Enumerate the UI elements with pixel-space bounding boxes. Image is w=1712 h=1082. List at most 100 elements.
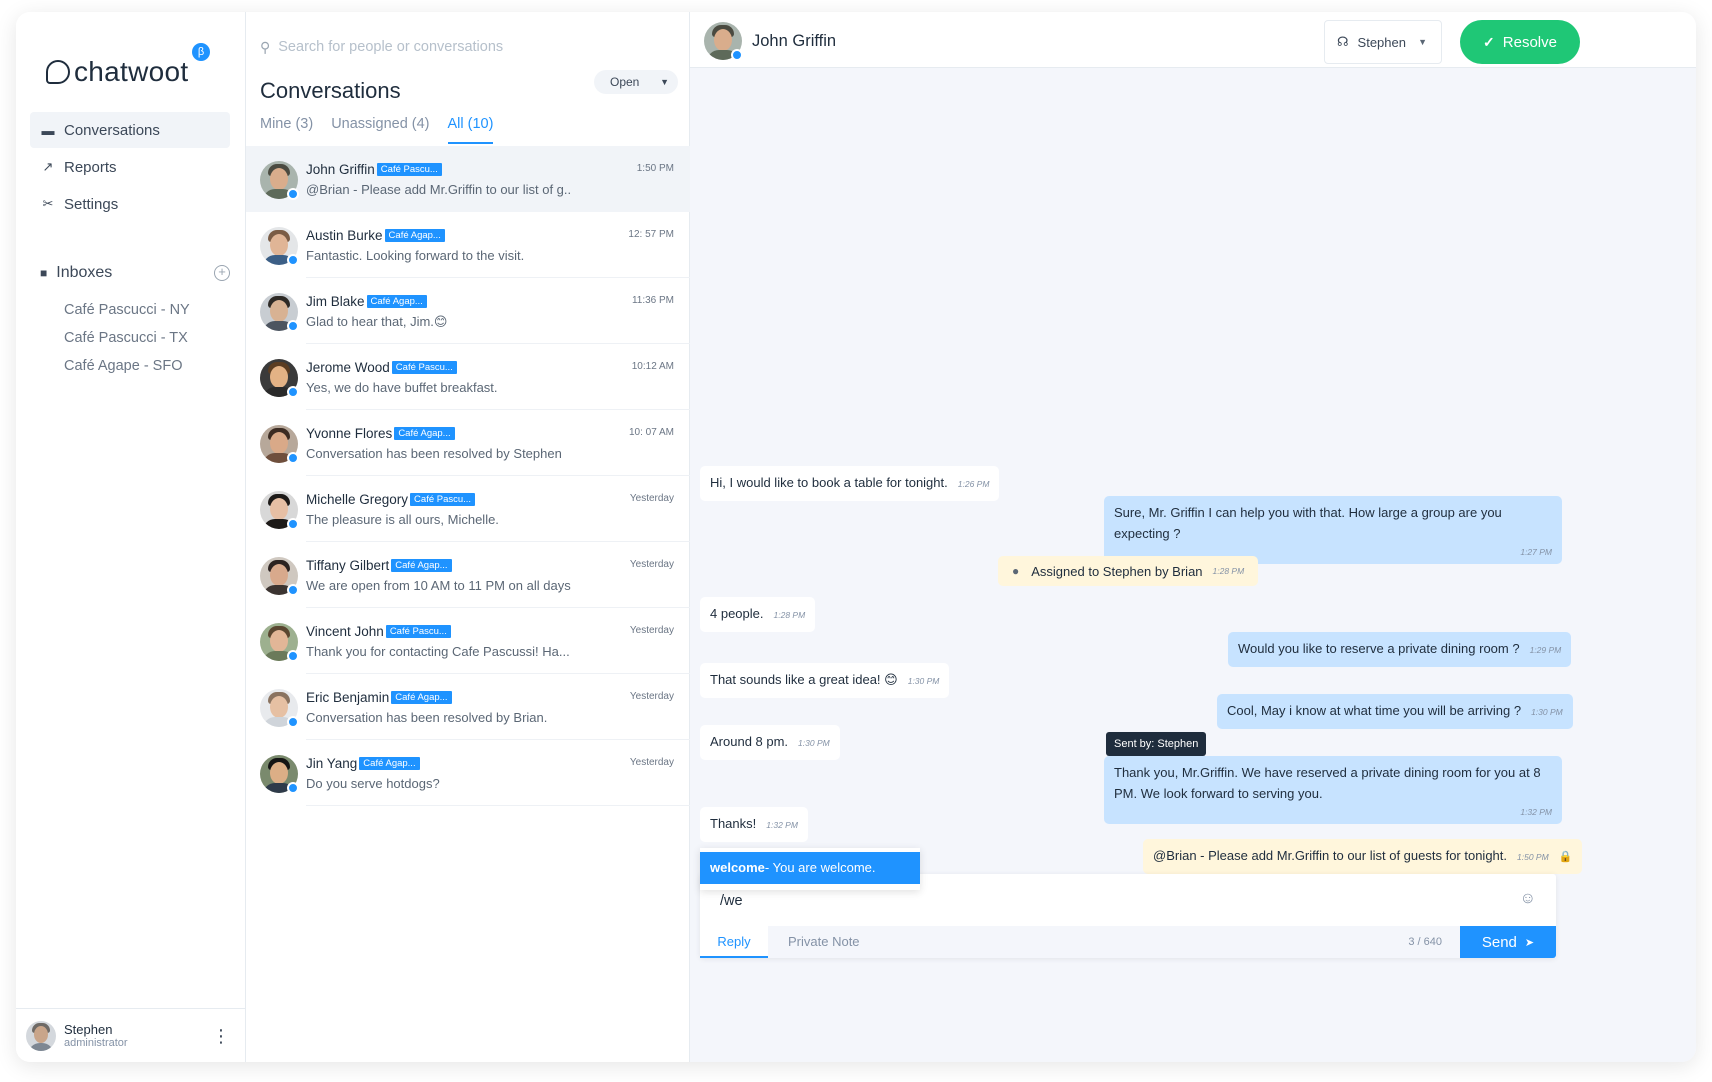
conversation-item[interactable]: Vincent John Café Pascu... Thank you for … [246,608,690,674]
chat-panel: John Griffin ☊ Stephen ▼ ✓ Resolve Hi, I… [690,12,1696,1062]
conversation-items: John Griffin Café Pascu... @Brian - Pleas… [246,146,690,806]
canned-response-dropdown: welcome- You are welcome. [700,848,920,890]
search-input[interactable] [278,39,659,55]
message-time: 1:29 PM [1529,645,1562,655]
assigned-agent: Stephen [1357,34,1406,50]
incoming-message: Thanks! 1:32 PM [700,807,808,842]
inbox-badge: Café Pascu... [376,163,442,176]
last-message: Conversation has been resolved by Stephe… [306,446,562,461]
profile[interactable]: Stephen administrator ⋮ [16,1008,246,1062]
contact-name: Austin Burke [306,228,383,243]
conversation-item[interactable]: John Griffin Café Pascu... @Brian - Pleas… [246,146,690,212]
tab-unassigned[interactable]: Unassigned (4) [331,116,429,144]
lock-icon: 🔒 [1558,851,1573,863]
contact-name: John Griffin [752,32,837,50]
conversation-item[interactable]: Tiffany Gilbert Café Agap... We are open … [246,542,690,608]
search-icon: ⚲ [260,38,271,55]
avatar [260,425,299,464]
conversation-tabs: Mine (3) Unassigned (4) All (10) [260,116,511,144]
logo-mark-icon [46,60,70,84]
message-text: @Brian - Please add Mr.Griffin to our li… [1153,848,1508,863]
profile-role: administrator [64,1037,128,1049]
sidebar-item-conversations[interactable]: ▬ Conversations [30,112,230,148]
emoji-icon[interactable]: ☺ [1520,890,1536,908]
status-dropdown[interactable]: Open ▼ [594,70,678,94]
message-text: Cool, May i know at what time you will b… [1227,703,1522,718]
arrow-right-icon: ➤ [1524,936,1535,949]
avatar [260,227,299,266]
tab-private-note[interactable]: Private Note [788,926,860,958]
send-button[interactable]: Send ➤ [1460,926,1556,958]
last-message: Fantastic. Looking forward to the visit. [306,248,525,263]
canned-key: welcome [710,860,765,875]
inbox-item[interactable]: Café Agape - SFO [64,352,190,380]
contact-avatar [704,22,743,61]
message-time: 1:26 PM [957,479,990,489]
inbox-badge: Café Pascu... [391,361,457,374]
conversation-item[interactable]: Eric Benjamin Café Agap... Conversation h… [246,674,690,740]
sidebar-item-label: Settings [64,195,119,213]
inbox-badge: Café Agap... [394,427,455,440]
resolve-button[interactable]: ✓ Resolve [1460,20,1580,64]
inbox-item[interactable]: Café Pascucci - TX [64,324,190,352]
inbox-badge: Café Pascu... [410,493,476,506]
contact-name: Jin Yang [306,756,358,771]
messenger-icon [731,49,743,61]
messenger-icon [287,584,299,596]
message-text: Thanks! [710,816,757,831]
avatar [260,755,299,794]
conversation-item[interactable]: Jerome Wood Café Pascu... Yes, we do have… [246,344,690,410]
inbox-item[interactable]: Café Pascucci - NY [64,296,190,324]
add-inbox-icon[interactable]: + [214,265,230,281]
last-message: Yes, we do have buffet breakfast. [306,380,498,395]
contact-name: Michelle Gregory [306,492,409,507]
message-time: 1:30 PM [907,676,940,686]
tab-all[interactable]: All (10) [447,116,494,144]
assign-agent-dropdown[interactable]: ☊ Stephen ▼ [1324,20,1442,64]
incoming-message: Hi, I would like to book a table for ton… [700,466,1000,501]
messenger-icon [287,452,299,464]
messenger-icon [287,320,299,332]
message-input[interactable] [720,888,1500,914]
inbox-badge: Café Agap... [359,757,420,770]
inbox-badge: Café Agap... [391,559,452,572]
beta-badge: β [192,43,210,61]
tab-reply[interactable]: Reply [700,926,768,958]
more-vertical-icon[interactable]: ⋮ [212,1027,230,1045]
inbox-badge: Café Agap... [391,691,452,704]
outgoing-message: Sure, Mr. Griffin I can help you with th… [1104,496,1562,564]
last-message: Glad to hear that, Jim.😊 [306,314,448,329]
conversation-item[interactable]: Austin Burke Café Agap... Fantastic. Look… [246,212,690,278]
messenger-icon [287,650,299,662]
folder-icon: ■ [40,266,48,280]
inbox-badge: Café Pascu... [385,625,451,638]
last-message: We are open from 10 AM to 11 PM on all d… [306,578,571,593]
contact-name: Jerome Wood [306,360,390,375]
canned-response-item[interactable]: welcome- You are welcome. [700,852,920,884]
outgoing-message: Would you like to reserve a private dini… [1228,632,1572,667]
messenger-icon [287,782,299,794]
timestamp: 11:36 PM [631,295,674,306]
conversation-item[interactable]: Jim Blake Café Agap... Glad to hear that,… [246,278,690,344]
conversation-item[interactable]: Yvonne Flores Café Agap... Conversation h… [246,410,690,476]
incoming-message: Around 8 pm. 1:30 PM [700,725,840,760]
avatar [260,557,299,596]
inboxes-header: ■ Inboxes + [40,264,230,282]
conversation-item[interactable]: Michelle Gregory Café Pascu... The pleasu… [246,476,690,542]
message-time: 1:32 PM [766,820,798,830]
timestamp: 1:50 PM [636,163,674,174]
sidebar-item-label: Conversations [64,121,160,139]
message-time: 1:50 PM [1517,852,1549,862]
sidebar-item-reports[interactable]: ↗ Reports [30,149,230,185]
message-time: 1:30 PM [798,738,830,748]
outgoing-message: Cool, May i know at what time you will b… [1217,694,1573,729]
conversation-item[interactable]: Jin Yang Café Agap... Do you serve hotdog… [246,740,690,806]
tab-mine[interactable]: Mine (3) [260,116,313,144]
app-window: chatwoot β ▬ Conversations ↗ Reports ✂ S… [16,12,1696,1062]
last-message: Do you serve hotdogs? [306,776,440,791]
logo[interactable]: chatwoot [46,52,188,92]
inboxes-label: Inboxes [56,264,113,281]
sidebar-item-settings[interactable]: ✂ Settings [30,186,230,222]
timestamp: Yesterday [629,757,674,768]
contact-name: John Griffin [306,162,375,177]
